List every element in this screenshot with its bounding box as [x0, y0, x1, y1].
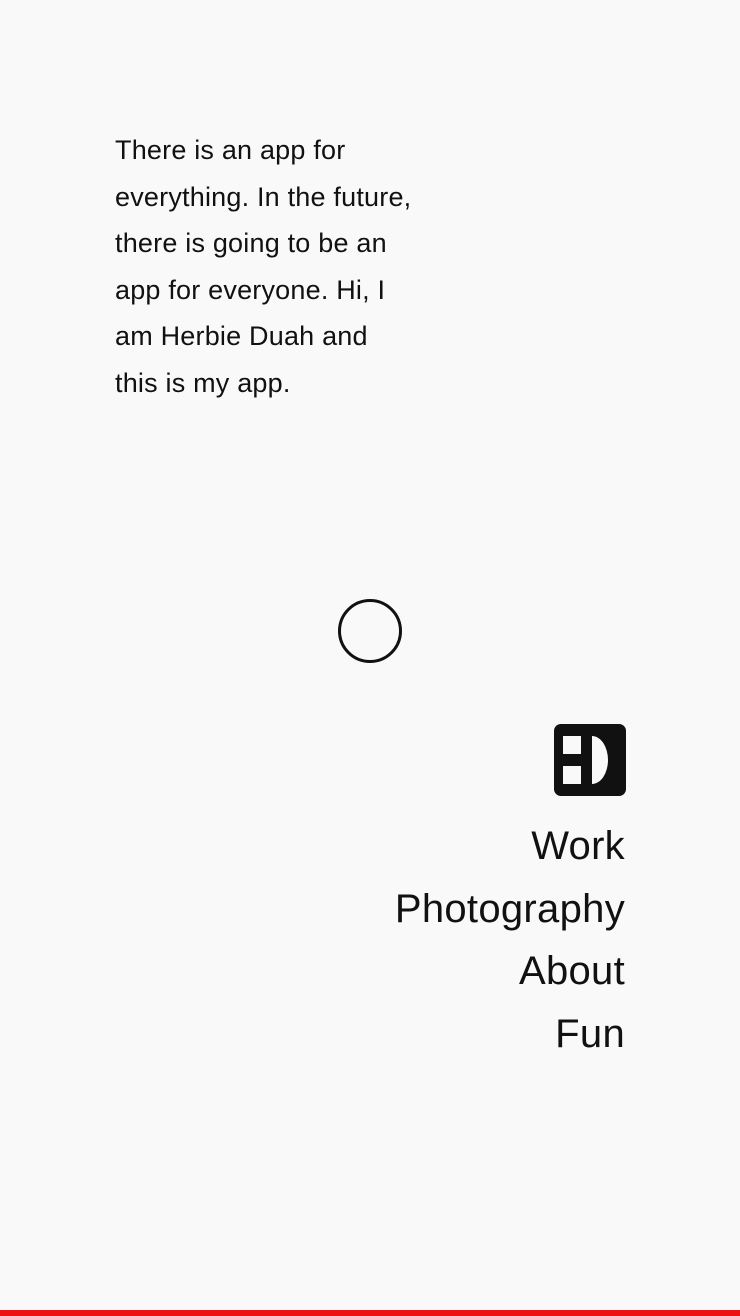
- page: There is an app for everything. In the f…: [0, 0, 740, 1316]
- intro-text: There is an app for everything. In the f…: [115, 135, 412, 398]
- nav-item-fun[interactable]: Fun: [395, 1003, 625, 1066]
- circle-cursor-icon: [338, 599, 402, 663]
- nav-item-about[interactable]: About: [395, 940, 625, 1003]
- nav-item-photography[interactable]: Photography: [395, 878, 625, 941]
- nav-item-work[interactable]: Work: [395, 815, 625, 878]
- main-nav: Work Photography About Fun: [395, 815, 625, 1065]
- hd-monogram-icon[interactable]: [554, 724, 626, 796]
- bottom-accent-bar: [0, 1310, 740, 1316]
